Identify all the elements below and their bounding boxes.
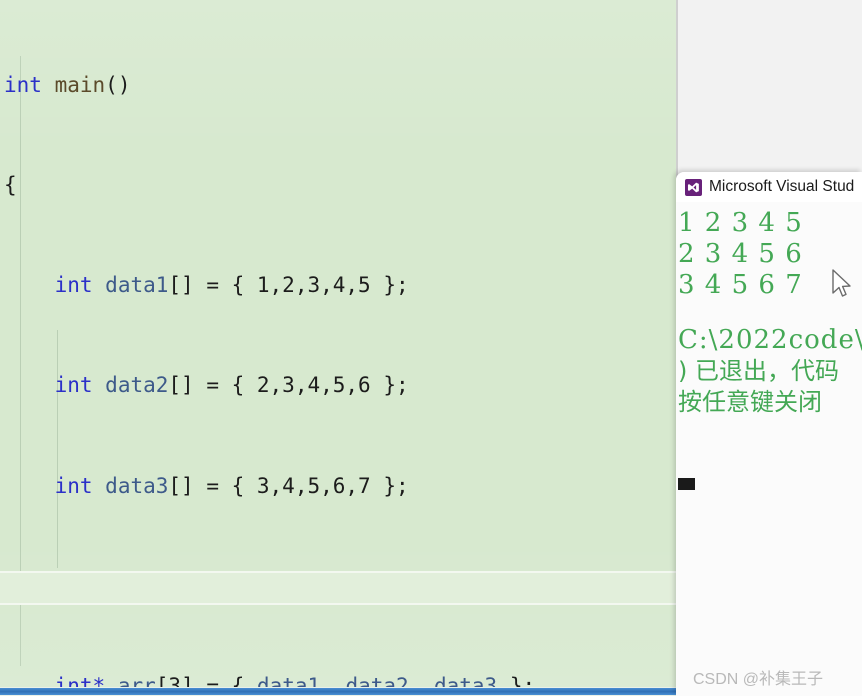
horizontal-scrollbar-thumb[interactable] xyxy=(0,688,676,695)
watermark: CSDN @补集王子 xyxy=(693,671,824,688)
code-line: { xyxy=(4,173,17,198)
code-line: int main() xyxy=(4,72,131,97)
code-content[interactable]: int main() { int data1[] = { 1,2,3,4,5 }… xyxy=(0,0,535,688)
console-message-line: ) 已退出，代码 xyxy=(678,357,839,385)
code-line: int data3[] = { 3,4,5,6,7 }; xyxy=(54,473,409,498)
console-titlebar[interactable]: Microsoft Visual Stud xyxy=(676,172,862,202)
console-output-line: 2 3 4 5 6 xyxy=(678,239,803,269)
console-spacer xyxy=(676,301,862,325)
console-message-line: C:\2022code\ xyxy=(678,325,862,355)
console-message-line: 按任意键关闭 xyxy=(678,388,822,416)
code-line: int* arr[3] = { data1 ,data2, data3 }; xyxy=(54,674,536,688)
visual-studio-icon xyxy=(685,178,702,196)
console-output-line: 1 2 3 4 5 xyxy=(678,208,803,238)
code-line: int data1[] = { 1,2,3,4,5 }; xyxy=(54,273,409,298)
console-block-cursor xyxy=(678,478,695,490)
console-title: Microsoft Visual Stud xyxy=(709,178,855,195)
console-output[interactable]: 1 2 3 4 5 2 3 4 5 6 3 4 5 6 7 C:\2022cod… xyxy=(676,202,862,696)
screenshot-root: int main() { int data1[] = { 1,2,3,4,5 }… xyxy=(0,0,862,696)
code-line: int data2[] = { 2,3,4,5,6 }; xyxy=(54,373,409,398)
console-window[interactable]: Microsoft Visual Stud 1 2 3 4 5 2 3 4 5 … xyxy=(676,172,862,696)
console-output-line: 3 4 5 6 7 xyxy=(678,270,803,300)
